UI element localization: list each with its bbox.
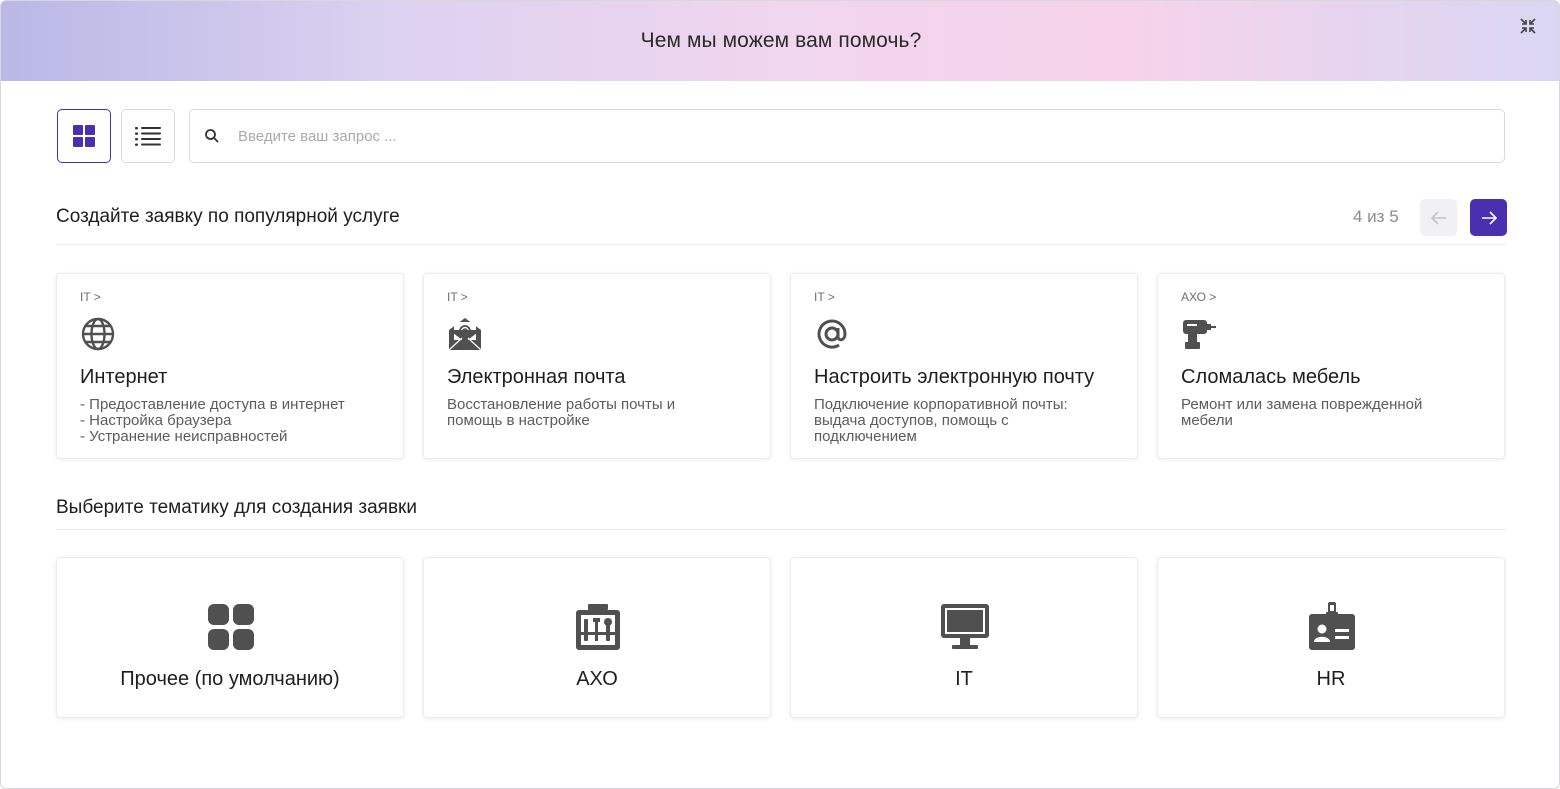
pager-next-button[interactable] [1470,199,1507,236]
page-title: Чем мы можем вам помочь? [640,29,922,52]
service-card-category: IT > [814,290,835,304]
service-card-title: Сломалась мебель [1181,366,1361,388]
collapse-button[interactable] [1517,15,1539,37]
grid-view-icon [73,125,95,147]
service-card-description: Ремонт или замена поврежденной мебели [1181,396,1423,429]
id-badge-icon [1309,602,1355,650]
section-divider [56,529,1506,530]
topic-card-it[interactable]: IT [790,557,1138,718]
search-box [189,109,1505,163]
search-input[interactable] [238,116,1504,156]
topic-card-label: Прочее (по умолчанию) [120,668,340,690]
grid-view-button[interactable] [57,109,111,163]
list-view-icon [135,127,161,146]
topic-card-label: IT [955,668,973,690]
drill-icon [1183,320,1216,349]
topic-card-other[interactable]: Прочее (по умолчанию) [56,557,404,718]
service-card-description: Восстановление работы почты и помощь в н… [447,396,676,429]
at-sign-icon [817,319,847,349]
globe-icon [81,317,115,351]
service-card-category: IT > [80,290,101,304]
search-icon [204,128,220,144]
header-banner: Чем мы можем вам помочь? [1,1,1559,81]
envelope-at-icon [448,318,482,351]
apps-grid-icon [208,604,254,650]
arrow-left-icon [1430,210,1446,225]
section-divider [56,244,1506,245]
service-card-description: Подключение корпоративной почты: выдача … [814,396,1068,445]
service-card-category: АХО > [1181,290,1217,304]
pager-indicator: 4 из 5 [1353,207,1399,226]
list-view-button[interactable] [121,109,175,163]
popular-services-title: Создайте заявку по популярной услуге [56,206,400,227]
topics-title: Выберите тематику для создания заявки [56,497,417,518]
topic-card-label: АХО [576,668,618,690]
monitor-icon [941,604,989,649]
toolbox-icon [576,604,620,650]
service-card-description: - Предоставление доступа в интернет - На… [80,396,345,445]
service-card-broken-furniture[interactable]: АХО > Сломалась мебель Ремонт или замена… [1157,273,1505,459]
topic-card-hr[interactable]: HR [1157,557,1505,718]
service-card-internet[interactable]: IT > Интернет - Предоставление доступа в… [56,273,404,459]
service-card-title: Настроить электронную почту [814,366,1095,388]
collapse-icon [1520,18,1536,34]
service-card-setup-email[interactable]: IT > Настроить электронную почту Подключ… [790,273,1138,459]
service-card-email[interactable]: IT > Электронная почта Восстановление ра… [423,273,771,459]
service-card-title: Электронная почта [447,366,626,388]
arrow-right-icon [1481,210,1497,225]
service-card-category: IT > [447,290,468,304]
pager-prev-button[interactable] [1420,199,1457,236]
topic-card-aho[interactable]: АХО [423,557,771,718]
topic-card-label: HR [1316,668,1346,690]
service-desk-window: Чем мы можем вам помочь? Введите ваш зап… [0,0,1560,789]
service-card-title: Интернет [80,366,168,388]
